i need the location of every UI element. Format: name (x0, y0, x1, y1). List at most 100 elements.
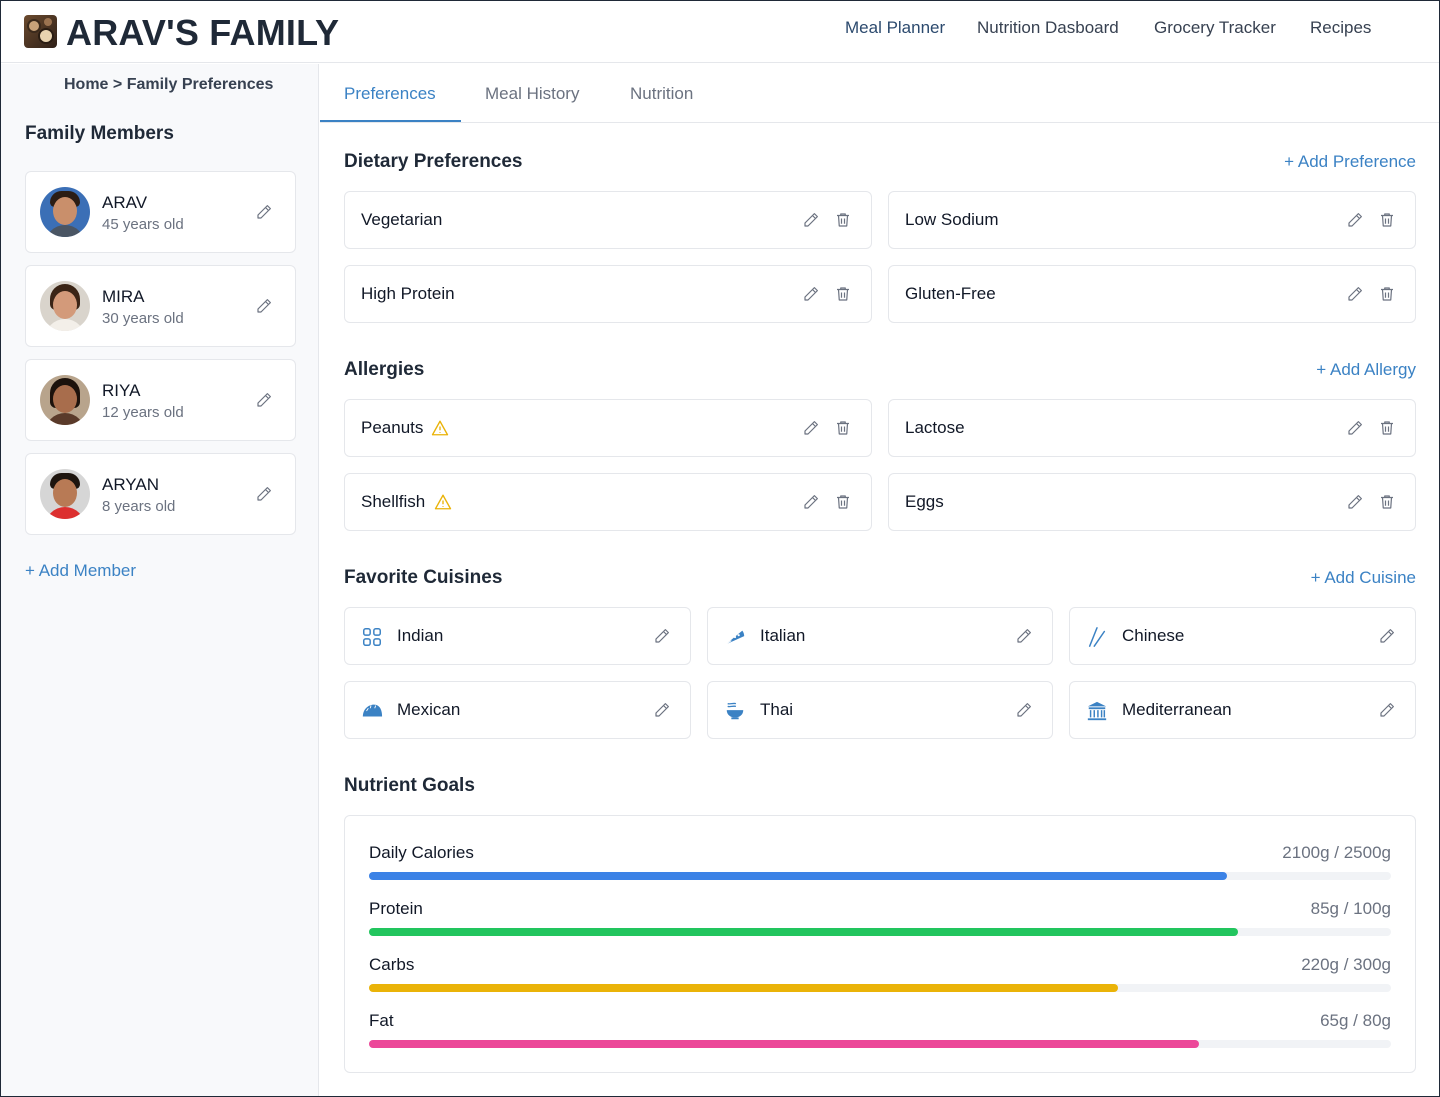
cuisine-label: Mediterranean (1122, 700, 1232, 719)
member-age: 45 years old (102, 216, 184, 233)
nutrient-progress-fill (369, 984, 1119, 992)
edit-icon[interactable] (1346, 419, 1364, 437)
member-age: 8 years old (102, 498, 176, 515)
member-card-arav[interactable]: ARAV 45 years old (25, 171, 296, 253)
edit-icon[interactable] (1015, 627, 1033, 645)
cuisine-card: Mexican (344, 681, 691, 739)
allergy-card: Peanuts (344, 399, 872, 457)
trash-icon[interactable] (834, 493, 852, 511)
member-card-mira[interactable]: MIRA 30 years old (25, 265, 296, 347)
nutrient-value: 220g / 300g (1301, 955, 1391, 974)
avatar (40, 469, 90, 519)
edit-icon[interactable] (1015, 701, 1033, 719)
nutrient-progress-fill (369, 872, 1228, 880)
allergies-title: Allergies (344, 359, 425, 380)
member-name: MIRA (102, 287, 145, 306)
nutrient-label: Carbs (369, 955, 415, 974)
member-card-riya[interactable]: RIYA 12 years old (25, 359, 296, 441)
grid-icon (363, 628, 381, 646)
preference-label: Gluten-Free (905, 284, 996, 303)
nutrient-progress-track (369, 872, 1391, 880)
cuisine-label: Mexican (397, 700, 461, 719)
favorite-cuisines-title: Favorite Cuisines (344, 567, 503, 588)
cuisine-label: Chinese (1122, 626, 1185, 645)
edit-icon[interactable] (255, 485, 273, 503)
tab-preferences[interactable]: Preferences (344, 84, 436, 104)
nutrient-progress-track (369, 1040, 1391, 1048)
trash-icon[interactable] (1378, 211, 1396, 229)
nutrient-value: 85g / 100g (1310, 899, 1391, 918)
tab-nutrition[interactable]: Nutrition (630, 84, 693, 104)
nutrient-progress-fill (369, 928, 1238, 936)
preference-label: Low Sodium (905, 210, 999, 229)
trash-icon[interactable] (834, 419, 852, 437)
nutrient-goals-title: Nutrient Goals (344, 775, 475, 796)
nutrient-progress-track (369, 984, 1391, 992)
member-age: 30 years old (102, 310, 184, 327)
allergy-label: Eggs (905, 492, 944, 511)
member-card-aryan[interactable]: ARYAN 8 years old (25, 453, 296, 535)
edit-icon[interactable] (1346, 285, 1364, 303)
chopsticks-icon (1088, 627, 1106, 647)
avatar (40, 375, 90, 425)
edit-icon[interactable] (1346, 211, 1364, 229)
warning-icon (434, 494, 452, 510)
trash-icon[interactable] (834, 211, 852, 229)
edit-icon[interactable] (1378, 701, 1396, 719)
trash-icon[interactable] (834, 285, 852, 303)
trash-icon[interactable] (1378, 493, 1396, 511)
allergy-card: Shellfish (344, 473, 872, 531)
edit-icon[interactable] (255, 203, 273, 221)
dietary-preferences-title: Dietary Preferences (344, 151, 523, 172)
warning-icon (431, 420, 449, 436)
nutrient-value: 2100g / 2500g (1282, 843, 1391, 862)
breadcrumb[interactable]: Home > Family Preferences (64, 76, 273, 94)
avatar (40, 281, 90, 331)
sidebar: Home > Family Preferences Family Members… (1, 64, 319, 1096)
nav-nutrition-dashboard[interactable]: Nutrition Dasboard (977, 18, 1119, 38)
preference-card: Low Sodium (888, 191, 1416, 249)
family-logo[interactable] (24, 15, 57, 48)
add-cuisine-button[interactable]: + Add Cuisine (1311, 568, 1416, 588)
add-member-button[interactable]: + Add Member (25, 561, 136, 581)
edit-icon[interactable] (1346, 493, 1364, 511)
edit-icon[interactable] (653, 701, 671, 719)
preference-card: Gluten-Free (888, 265, 1416, 323)
nav-meal-planner[interactable]: Meal Planner (845, 18, 945, 38)
member-name: ARAV (102, 193, 148, 212)
trash-icon[interactable] (1378, 419, 1396, 437)
avatar (40, 187, 90, 237)
cuisine-card: Italian (707, 607, 1053, 665)
nutrient-goals-panel: Daily Calories 2100g / 2500g Protein 85g… (344, 815, 1416, 1073)
cuisine-label: Indian (397, 626, 444, 645)
edit-icon[interactable] (802, 211, 820, 229)
family-members-title: Family Members (25, 123, 174, 144)
add-preference-button[interactable]: + Add Preference (1284, 152, 1416, 172)
allergy-card: Lactose (888, 399, 1416, 457)
cuisine-card: Thai (707, 681, 1053, 739)
nav-recipes[interactable]: Recipes (1310, 18, 1371, 38)
edit-icon[interactable] (802, 285, 820, 303)
nav-grocery-tracker[interactable]: Grocery Tracker (1154, 18, 1276, 38)
noodle-bowl-icon (726, 702, 744, 720)
edit-icon[interactable] (255, 391, 273, 409)
top-header: ARAV'S FAMILY Meal Planner Nutrition Das… (1, 1, 1439, 63)
nutrient-label: Protein (369, 899, 423, 918)
preference-card: High Protein (344, 265, 872, 323)
edit-icon[interactable] (802, 419, 820, 437)
nutrient-progress-fill (369, 1040, 1200, 1048)
edit-icon[interactable] (653, 627, 671, 645)
allergy-label: Lactose (905, 418, 965, 437)
brand-title: ARAV'S FAMILY (66, 12, 340, 53)
edit-icon[interactable] (255, 297, 273, 315)
add-allergy-button[interactable]: + Add Allergy (1316, 360, 1416, 380)
member-name: ARYAN (102, 475, 160, 494)
trash-icon[interactable] (1378, 285, 1396, 303)
edit-icon[interactable] (802, 493, 820, 511)
taco-icon (362, 704, 383, 717)
edit-icon[interactable] (1378, 627, 1396, 645)
tab-meal-history[interactable]: Meal History (485, 84, 579, 104)
nutrient-value: 65g / 80g (1320, 1011, 1391, 1030)
cuisine-card: Indian (344, 607, 691, 665)
tab-bar: Preferences Meal History Nutrition (320, 64, 1439, 123)
